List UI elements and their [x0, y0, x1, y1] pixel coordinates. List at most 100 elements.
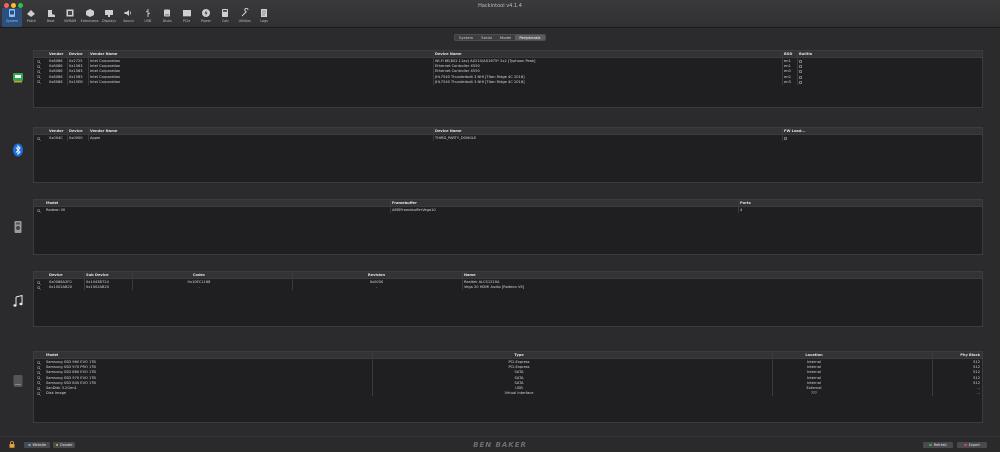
- network-header-device-name[interactable]: Device Name: [435, 52, 461, 56]
- globe-icon: [27, 443, 31, 447]
- graphics-header-model[interactable]: Model: [46, 201, 58, 205]
- toolbar-label: Displays: [102, 19, 116, 23]
- magnifier-icon[interactable]: [37, 80, 41, 85]
- storage-header-location[interactable]: Location: [774, 353, 854, 357]
- network-header-vendor-name[interactable]: Vendor Name: [90, 52, 117, 56]
- magnifier-icon[interactable]: [37, 371, 41, 375]
- toolbar-extensions-button[interactable]: Extensions: [80, 8, 100, 27]
- toolbar-disks-button[interactable]: Disks: [157, 8, 177, 27]
- checkbox[interactable]: [799, 65, 802, 69]
- magnifier-icon[interactable]: [37, 64, 41, 69]
- refresh-button[interactable]: Refresh: [923, 442, 953, 448]
- magnifier-icon[interactable]: [37, 59, 41, 64]
- toolbar-pcie-button[interactable]: PCIe: [177, 8, 197, 27]
- bluetooth-table-row[interactable]: 0x004C 0x0000 Apple THIRD_PARTY_DONGLE: [34, 136, 982, 141]
- bluetooth-header-vendor-name[interactable]: Vendor Name: [90, 129, 117, 133]
- pcie-icon: [182, 10, 191, 17]
- storage-header-type[interactable]: Type: [374, 353, 664, 357]
- lock-icon[interactable]: [9, 441, 15, 448]
- toolbar-label: System: [5, 19, 19, 23]
- network-header-vendor[interactable]: Vendor: [49, 52, 63, 56]
- audio-header-device[interactable]: Device: [49, 273, 63, 277]
- magnifier-icon[interactable]: [37, 365, 41, 370]
- checkbox[interactable]: [799, 75, 802, 79]
- toolbar-logs-button[interactable]: Logs: [254, 8, 274, 27]
- website-button[interactable]: Website: [24, 442, 50, 448]
- magnifier-icon[interactable]: [37, 280, 41, 285]
- graphics-header-framebuffer[interactable]: Framebuffer: [392, 201, 417, 205]
- disk-drive-icon: [12, 374, 24, 388]
- tab-model[interactable]: Model: [496, 35, 515, 40]
- magnifier-icon[interactable]: [37, 285, 41, 290]
- bluetooth-header-device-name[interactable]: Device Name: [435, 129, 461, 133]
- storage-header-model[interactable]: Model: [46, 353, 58, 357]
- system-icon: [9, 9, 15, 17]
- toolbar-power-button[interactable]: Power: [196, 8, 216, 27]
- storage-section: Model Type Location Phy Block Samsung SSD 96…: [33, 351, 983, 423]
- toolbar-boot-button[interactable]: Boot: [41, 8, 61, 27]
- network-cell: en3: [784, 79, 791, 84]
- toolbar-displays-button[interactable]: Displays: [99, 8, 119, 27]
- checkbox[interactable]: [799, 70, 802, 74]
- network-cell: 0x8086: [49, 79, 63, 84]
- toolbar-utilities-button[interactable]: Utilities: [235, 8, 255, 27]
- audio-header-codec[interactable]: Codec: [134, 273, 264, 277]
- graphics-table-header: Model Framebuffer Ports: [34, 200, 982, 207]
- magnifier-icon[interactable]: [37, 75, 41, 80]
- network-header-device[interactable]: Device: [69, 52, 83, 56]
- tab-peripherals[interactable]: Peripherals: [515, 35, 545, 40]
- magnifier-icon[interactable]: [37, 360, 41, 365]
- magnifier-icon[interactable]: [37, 376, 41, 381]
- bluetooth-header-fw-load-[interactable]: FW Load...: [784, 129, 806, 133]
- storage-table-header: Model Type Location Phy Block: [34, 352, 982, 359]
- audio-table-row[interactable]: 0x1002AB20 0x1002AB20 - - Vega 20 HDMI Audio…: [34, 285, 982, 290]
- network-header-builtin[interactable]: Builtin: [799, 52, 812, 56]
- toolbar-label: Extensions: [80, 19, 99, 23]
- donate-button[interactable]: Donate: [53, 442, 75, 448]
- toolbar-calc-button[interactable]: Calc: [215, 8, 235, 27]
- toolbar-label: Logs: [260, 19, 268, 23]
- toolbar-nvram-button[interactable]: NVRAM: [60, 8, 80, 27]
- checkbox[interactable]: [799, 60, 802, 63]
- calc-icon: [222, 9, 229, 17]
- graphics-header-ports[interactable]: Ports: [740, 201, 751, 205]
- bluetooth-header-device[interactable]: Device: [69, 129, 83, 133]
- magnifier-icon[interactable]: [37, 70, 41, 74]
- toolbar-sound-button[interactable]: Sound: [118, 8, 138, 27]
- network-header-bsd[interactable]: BSD: [784, 52, 792, 56]
- checkbox[interactable]: [799, 80, 802, 84]
- magnifier-icon[interactable]: [37, 208, 41, 213]
- network-table-row[interactable]: 0x8086 0x15EB Intel Corporation JHL7540 Thu…: [34, 80, 982, 85]
- magnifier-icon[interactable]: [37, 136, 41, 141]
- storage-table-row[interactable]: Disk Image Virtual Interface??? --: [34, 391, 982, 396]
- export-button[interactable]: Export: [957, 442, 987, 448]
- bluetooth-icon: [12, 143, 24, 157]
- magnifier-icon[interactable]: [37, 386, 41, 391]
- toolbar-usb-button[interactable]: USB: [138, 8, 158, 27]
- toolbar-label: Patch: [26, 19, 36, 23]
- toolbar-patch-button[interactable]: Patch: [21, 8, 41, 27]
- graphics-card-icon: [12, 220, 24, 234]
- graphics-cell: 4: [740, 208, 743, 212]
- audio-header-name[interactable]: Name: [464, 273, 476, 277]
- magnifier-icon[interactable]: [37, 381, 41, 386]
- bluetooth-header-vendor[interactable]: Vendor: [49, 129, 63, 133]
- extensions-icon: [85, 9, 94, 17]
- graphics-table-row[interactable]: Radeon VII AMDFramebufferVega10 4: [34, 208, 982, 213]
- checkbox[interactable]: [784, 137, 787, 140]
- storage-cell: --: [977, 391, 980, 396]
- toolbar-label: Utilities: [238, 19, 251, 23]
- tab-system[interactable]: System: [455, 35, 477, 40]
- audio-header-revision[interactable]: Revision: [294, 273, 459, 277]
- graphics-cell: AMDFramebufferVega10: [392, 208, 436, 212]
- title-bar: Hackintool v4.1.4 System Patch Boot NVRAM Ex…: [0, 0, 1000, 28]
- audio-header-sub-device[interactable]: Sub Device: [86, 273, 109, 277]
- audio-cell: -: [375, 285, 378, 290]
- audio-note-icon: [12, 294, 24, 308]
- tab-serial[interactable]: Serial: [477, 35, 496, 40]
- usb-icon: [145, 9, 150, 17]
- toolbar-label: Calc: [221, 19, 229, 23]
- toolbar-system-button[interactable]: System: [2, 8, 22, 27]
- magnifier-icon[interactable]: [37, 391, 41, 396]
- storage-header-phy-block[interactable]: Phy Block: [934, 353, 980, 357]
